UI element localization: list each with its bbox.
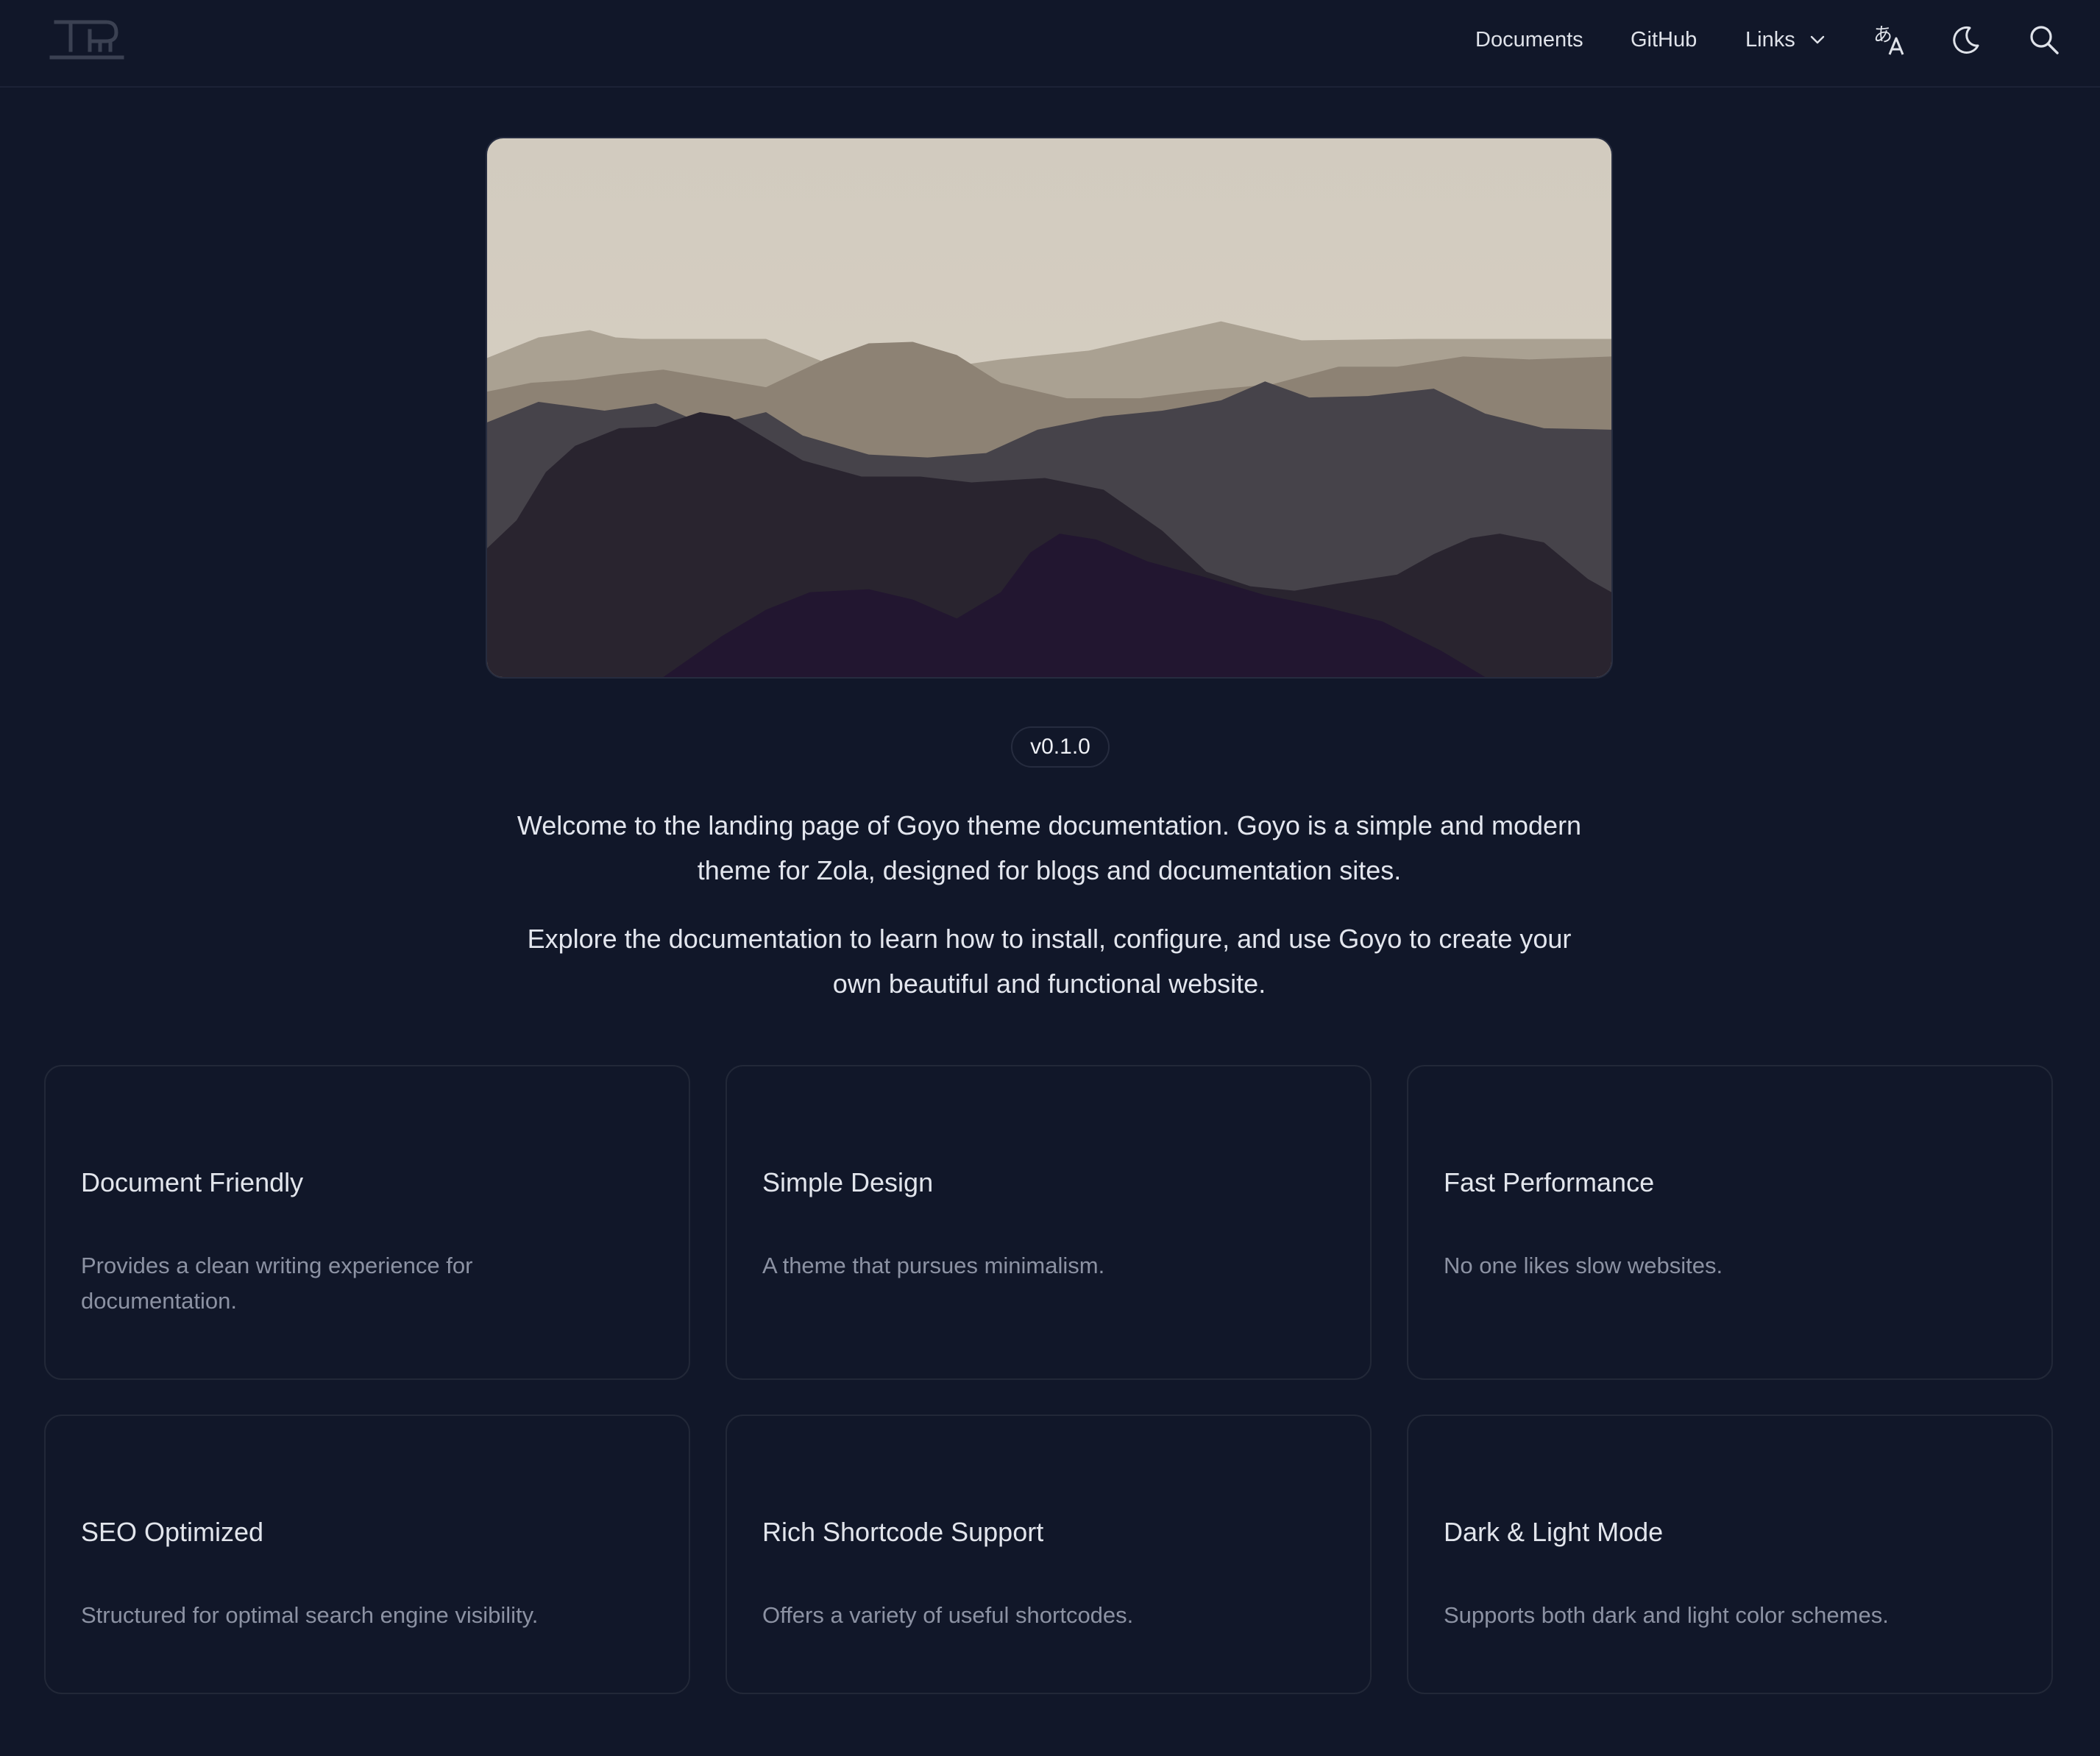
feature-title: Dark & Light Mode <box>1444 1517 1664 1547</box>
chevron-down-icon <box>1810 35 1824 44</box>
feature-card: Document Friendly Provides a clean writi… <box>44 1065 690 1380</box>
nav-documents-link[interactable]: Documents <box>1475 25 1583 54</box>
feature-title: SEO Optimized <box>81 1517 264 1547</box>
translate-icon[interactable]: あ <box>1872 22 1907 57</box>
moon-icon[interactable] <box>1948 22 1983 57</box>
search-icon[interactable] <box>2026 22 2062 57</box>
feature-card: Simple Design A theme that pursues minim… <box>726 1065 1372 1380</box>
version-badge: v0.1.0 <box>1011 726 1110 768</box>
feature-title: Fast Performance <box>1444 1167 1655 1197</box>
feature-description: No one likes slow websites. <box>1444 1253 1723 1278</box>
feature-card: SEO Optimized Structured for optimal sea… <box>44 1415 690 1694</box>
feature-title: Simple Design <box>762 1167 934 1197</box>
intro-paragraph-welcome: Welcome to the landing page of Goyo them… <box>517 810 1582 885</box>
feature-card: Dark & Light Mode Supports both dark and… <box>1407 1415 2053 1694</box>
nav-links-label: Links <box>1745 28 1795 52</box>
feature-description: A theme that pursues minimalism. <box>762 1253 1105 1278</box>
hero-mountain-image <box>486 137 1613 679</box>
svg-text:あ: あ <box>1873 24 1893 46</box>
feature-description: Supports both dark and light color schem… <box>1444 1602 1889 1628</box>
nav-github-link[interactable]: GitHub <box>1631 25 1697 54</box>
nav-links-dropdown[interactable]: Links <box>1745 25 1826 54</box>
feature-description: Structured for optimal search engine vis… <box>81 1602 539 1628</box>
feature-title: Document Friendly <box>81 1167 304 1197</box>
feature-description: Provides a clean writing experience for … <box>81 1253 473 1314</box>
feature-card: Fast Performance No one likes slow websi… <box>1407 1065 2053 1380</box>
feature-title: Rich Shortcode Support <box>762 1517 1044 1547</box>
intro-paragraph-explore: Explore the documentation to learn how t… <box>527 924 1572 999</box>
logo-icon <box>49 20 124 60</box>
feature-description: Offers a variety of useful shortcodes. <box>762 1602 1134 1628</box>
top-navbar: Documents GitHub Links あ <box>0 0 2100 88</box>
feature-card: Rich Shortcode Support Offers a variety … <box>726 1415 1372 1694</box>
site-logo[interactable] <box>49 16 125 62</box>
